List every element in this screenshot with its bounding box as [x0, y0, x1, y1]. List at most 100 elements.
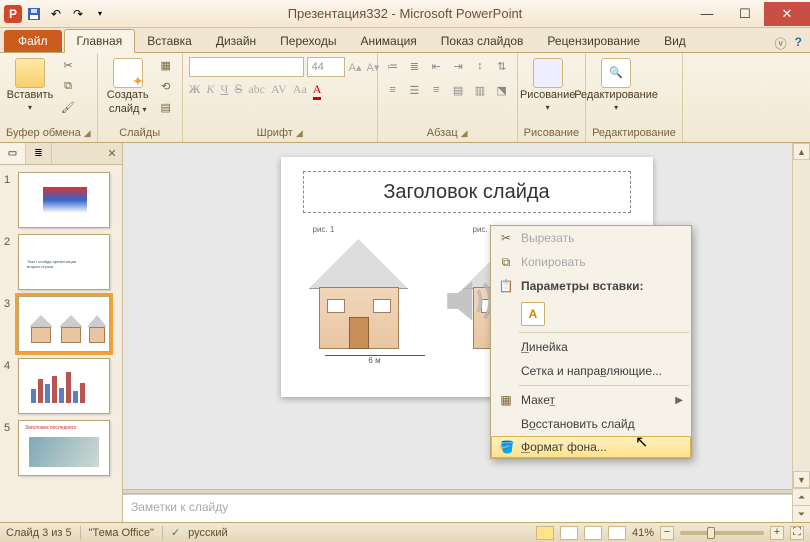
group-slides: ✦ Создать слайд ▾ ▦ ⟲ ▤ Слайды [98, 53, 183, 142]
line-spacing-icon[interactable]: ↕ [471, 58, 489, 74]
copy-icon[interactable]: ⧉ [58, 77, 78, 95]
section-icon[interactable]: ▤ [156, 98, 176, 116]
fit-window-icon[interactable]: ⛶ [790, 526, 804, 540]
find-icon: 🔍 [601, 58, 631, 88]
reset-icon[interactable]: ⟲ [156, 77, 176, 95]
cut-icon[interactable]: ✂ [58, 56, 78, 74]
status-language[interactable]: русский [188, 527, 227, 539]
ctx-paste-option[interactable]: A [491, 298, 691, 330]
ctx-reset-slide[interactable]: Восстановить слайд [491, 412, 691, 436]
dialog-launcher-icon[interactable]: ◢ [296, 128, 303, 139]
undo-icon[interactable]: ↶ [46, 4, 66, 24]
layout-icon[interactable]: ▦ [156, 56, 176, 74]
panel-close-icon[interactable]: ✕ [102, 143, 122, 164]
qat-more-icon[interactable]: ▾ [90, 4, 110, 24]
slideshow-view-icon[interactable] [608, 526, 626, 540]
drawing-button[interactable]: Рисование▾ [524, 56, 572, 112]
spacing-icon[interactable]: AV [271, 82, 287, 100]
group-label-clipboard: Буфер обмена [6, 127, 81, 139]
text-direction-icon[interactable]: ⇅ [493, 58, 511, 74]
notes-pane[interactable]: Заметки к слайду [123, 494, 792, 522]
reading-view-icon[interactable] [584, 526, 602, 540]
paste-button[interactable]: Вставить▾ [6, 56, 54, 112]
window-buttons: ― ☐ ✕ [688, 2, 810, 26]
bullets-icon[interactable]: ≔ [384, 58, 402, 74]
ctx-ruler[interactable]: Линейка [491, 335, 691, 359]
zoom-slider[interactable] [680, 531, 764, 535]
group-font: A▴ A▾ Ж К Ч S abc AV Aa A Шрифт◢ [183, 53, 378, 142]
smartart-icon[interactable]: ⬔ [493, 82, 511, 98]
tab-insert[interactable]: Вставка [135, 30, 204, 52]
dialog-launcher-icon[interactable]: ◢ [84, 128, 91, 139]
tab-slideshow[interactable]: Показ слайдов [429, 30, 536, 52]
zoom-level[interactable]: 41% [632, 527, 654, 539]
group-label-paragraph: Абзац [427, 127, 458, 139]
indent-dec-icon[interactable]: ⇤ [427, 58, 445, 74]
font-size-combo[interactable] [307, 57, 345, 77]
columns-icon[interactable]: ▥ [471, 82, 489, 98]
file-tab[interactable]: Файл [4, 30, 62, 52]
slides-tab[interactable]: ▭ [0, 143, 26, 164]
title-placeholder[interactable]: Заголовок слайда [303, 171, 631, 213]
copy-icon: ⧉ [497, 255, 515, 270]
tab-home[interactable]: Главная [64, 29, 136, 53]
redo-icon[interactable]: ↷ [68, 4, 88, 24]
ctx-grid-guides[interactable]: Сетка и направляющие... [491, 359, 691, 383]
status-theme[interactable]: "Тема Office" [89, 527, 154, 539]
scroll-down-icon[interactable]: ▼ [793, 471, 810, 488]
ctx-format-background[interactable]: 🪣Формат фона... [491, 436, 691, 458]
maximize-button[interactable]: ☐ [726, 2, 764, 26]
slide-canvas[interactable]: Заголовок слайда рис. 1 рис. 2 6 м [123, 143, 810, 489]
font-color-icon[interactable]: A [313, 82, 322, 100]
align-right-icon[interactable]: ≡ [427, 82, 445, 98]
sorter-view-icon[interactable] [560, 526, 578, 540]
grow-font-icon[interactable]: A▴ [348, 58, 363, 76]
help-icon[interactable]: ? [795, 35, 802, 52]
align-left-icon[interactable]: ≡ [384, 82, 402, 98]
thumbnail[interactable]: 2 Текст слайда презентациивторая строка [2, 231, 120, 293]
prev-slide-icon[interactable]: ⏶ [793, 488, 810, 505]
justify-icon[interactable]: ▤ [449, 82, 467, 98]
zoom-out-icon[interactable]: − [660, 526, 674, 540]
thumbnail[interactable]: 5 Заголовок последнего [2, 417, 120, 479]
shadow-icon[interactable]: abc [248, 82, 265, 100]
new-slide-button[interactable]: ✦ Создать слайд ▾ [104, 56, 152, 115]
thumbnail-list[interactable]: 1 2 Текст слайда презентациивторая строк… [0, 165, 122, 522]
ribbon-tabs: Файл Главная Вставка Дизайн Переходы Ани… [0, 28, 810, 53]
vertical-scrollbar[interactable]: ▲ ▼ ⏶ ⏷ [792, 143, 810, 522]
zoom-in-icon[interactable]: + [770, 526, 784, 540]
dialog-launcher-icon[interactable]: ◢ [461, 128, 468, 139]
paste-keep-formatting-icon[interactable]: A [521, 302, 545, 326]
ctx-layout[interactable]: ▦Макет▶ [491, 388, 691, 412]
tab-transitions[interactable]: Переходы [268, 30, 348, 52]
thumbnail[interactable]: 1 [2, 169, 120, 231]
ctx-cut[interactable]: ✂Вырезать [491, 226, 691, 250]
font-name-combo[interactable] [189, 57, 304, 77]
scroll-up-icon[interactable]: ▲ [793, 143, 810, 160]
spellcheck-icon[interactable]: ✓ [171, 526, 180, 539]
normal-view-icon[interactable] [536, 526, 554, 540]
close-button[interactable]: ✕ [764, 2, 810, 26]
align-center-icon[interactable]: ☰ [406, 82, 424, 98]
thumbnail[interactable]: 3 [2, 293, 120, 355]
strikethrough-icon[interactable]: S [234, 82, 242, 100]
tab-view[interactable]: Вид [652, 30, 698, 52]
format-painter-icon[interactable]: 🖌 [58, 98, 78, 116]
tab-animation[interactable]: Анимация [348, 30, 428, 52]
next-slide-icon[interactable]: ⏷ [793, 505, 810, 522]
editing-button[interactable]: 🔍 Редактирование▾ [592, 56, 640, 112]
numbering-icon[interactable]: ≣ [406, 58, 424, 74]
minimize-button[interactable]: ― [688, 2, 726, 26]
tab-review[interactable]: Рецензирование [535, 30, 652, 52]
thumbnail[interactable]: 4 [2, 355, 120, 417]
case-icon[interactable]: Aa [293, 82, 307, 100]
ribbon-minimize-icon[interactable]: ⓥ [775, 35, 787, 52]
ctx-copy[interactable]: ⧉Копировать [491, 250, 691, 274]
save-icon[interactable] [24, 4, 44, 24]
indent-inc-icon[interactable]: ⇥ [449, 58, 467, 74]
tab-design[interactable]: Дизайн [204, 30, 268, 52]
underline-icon[interactable]: Ч [221, 82, 229, 100]
bold-icon[interactable]: Ж [189, 82, 201, 100]
italic-icon[interactable]: К [207, 82, 215, 100]
outline-tab[interactable]: ≣ [26, 143, 52, 164]
